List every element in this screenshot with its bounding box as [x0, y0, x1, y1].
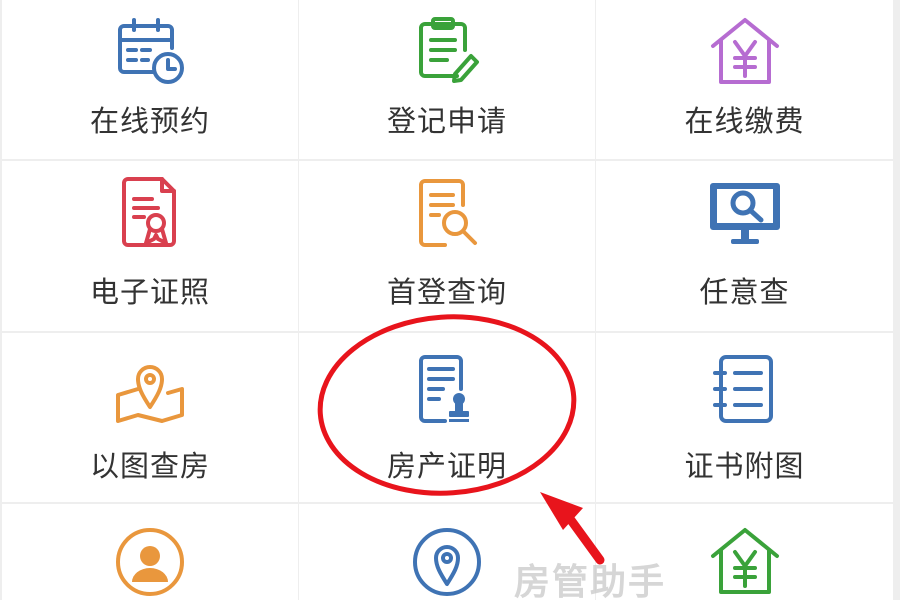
- service-label: 以图查房: [89, 449, 210, 483]
- service-e-license[interactable]: 电子证照: [2, 161, 298, 331]
- user-circle-icon: [116, 528, 184, 596]
- certificate-icon: [122, 177, 176, 247]
- map-pin-icon: [116, 365, 184, 423]
- service-label: 首登查询: [386, 275, 507, 309]
- service-location[interactable]: [299, 504, 595, 600]
- document-search-icon: [419, 179, 477, 247]
- clipboard-edit-icon: [419, 17, 479, 83]
- service-label: 证书附图: [684, 449, 805, 483]
- service-label: 登记申请: [386, 104, 507, 138]
- service-online-payment[interactable]: 在线缴费: [596, 0, 893, 159]
- notebook-list-icon: [712, 355, 773, 423]
- service-label: 房产证明: [386, 449, 507, 483]
- service-search-by-map[interactable]: 以图查房: [2, 333, 298, 502]
- service-property-certificate[interactable]: 房产证明: [299, 333, 595, 502]
- document-stamp-icon: [419, 355, 469, 423]
- service-first-registration-query[interactable]: 首登查询: [299, 161, 595, 331]
- service-payment[interactable]: [596, 504, 893, 600]
- service-any-query[interactable]: 任意查: [596, 161, 893, 331]
- service-certificate-attachment[interactable]: 证书附图: [596, 333, 893, 502]
- service-grid-page: 在线预约 登记申请 在线缴费 电子证照 首登查询 任意查 以图查房 房产证明 证…: [0, 0, 900, 600]
- service-grid: 在线预约 登记申请 在线缴费 电子证照 首登查询 任意查 以图查房 房产证明 证…: [2, 0, 893, 600]
- service-online-appointment[interactable]: 在线预约: [2, 0, 298, 159]
- house-yen-icon: [710, 18, 779, 84]
- service-label: 电子证照: [89, 275, 210, 309]
- service-label: 任意查: [699, 275, 790, 309]
- house-yen-icon: [710, 528, 779, 594]
- service-user-center[interactable]: [2, 504, 298, 600]
- service-label: 在线预约: [89, 104, 210, 138]
- location-circle-icon: [413, 528, 481, 596]
- calendar-clock-icon: [118, 18, 184, 84]
- service-label: 在线缴费: [684, 104, 805, 138]
- monitor-search-icon: [709, 183, 780, 244]
- service-registration-application[interactable]: 登记申请: [299, 0, 595, 159]
